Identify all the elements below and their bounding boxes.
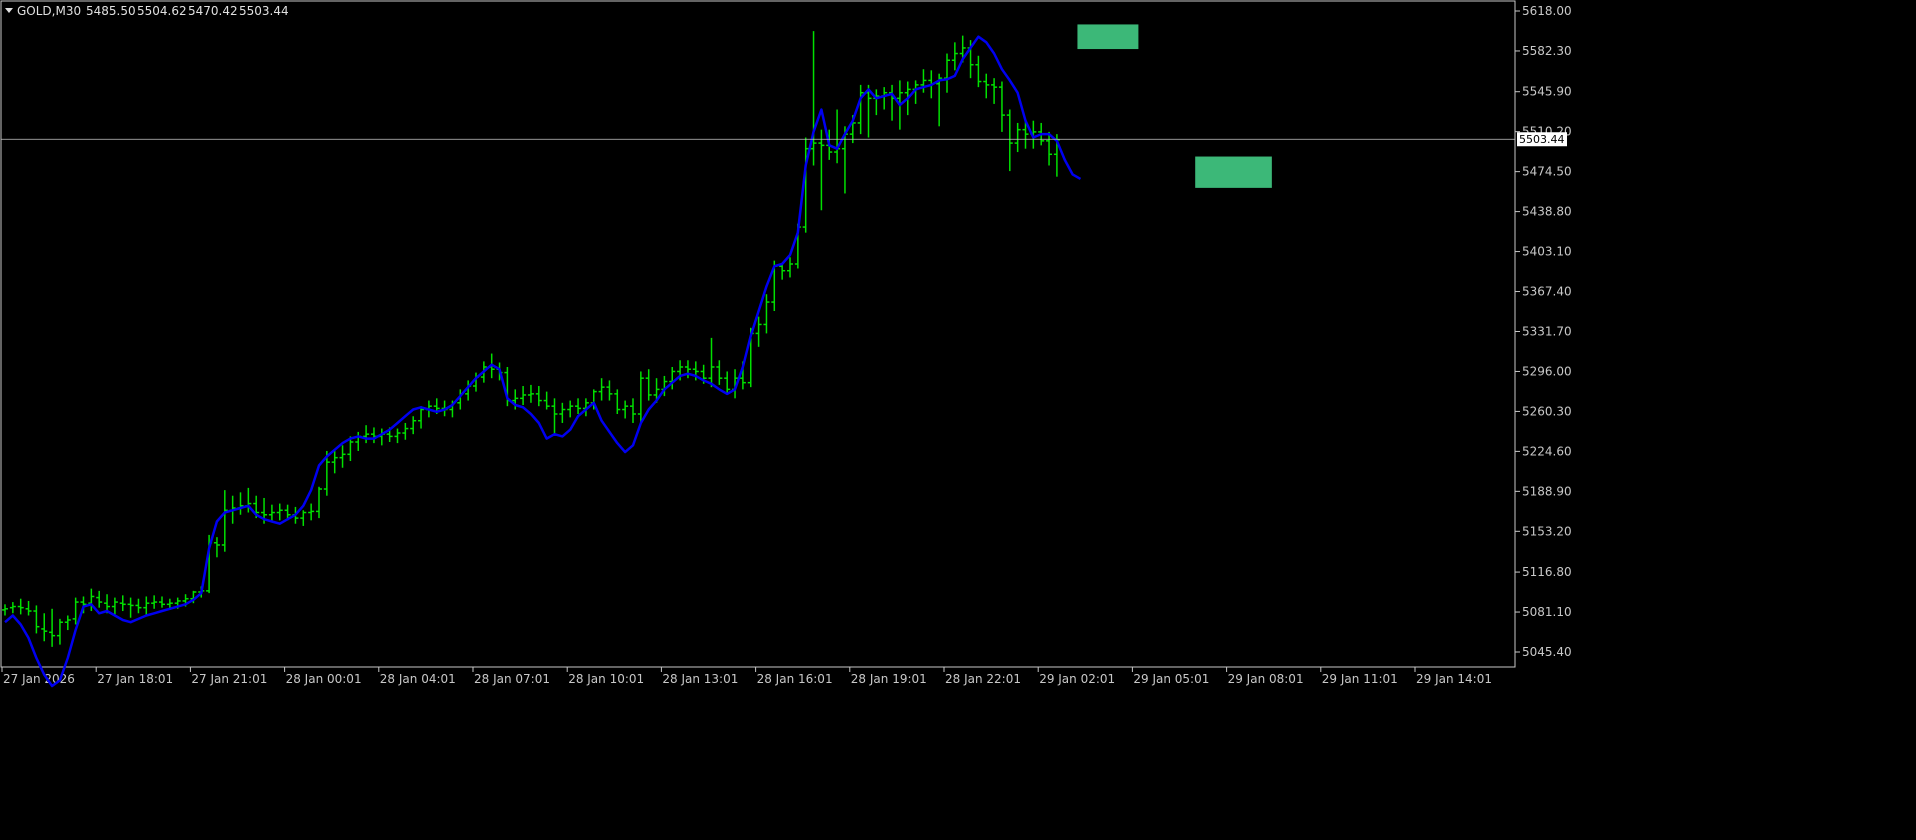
x-tick-label: 29 Jan 05:01 <box>1133 672 1209 686</box>
chart-background <box>0 0 1916 840</box>
y-tick-label: 5224.60 <box>1522 444 1572 458</box>
x-tick-label: 28 Jan 16:01 <box>757 672 833 686</box>
y-tick-label: 5081.10 <box>1522 605 1572 619</box>
x-tick-label: 28 Jan 07:01 <box>474 672 550 686</box>
y-tick-label: 5545.90 <box>1522 85 1572 99</box>
quote-high: 5504.62 <box>137 4 187 18</box>
price-chart[interactable]: 5618.005582.305545.905510.205474.505438.… <box>0 0 1916 840</box>
y-tick-label: 5260.30 <box>1522 404 1572 418</box>
y-tick-label: 5116.80 <box>1522 565 1572 579</box>
y-tick-label: 5367.40 <box>1522 285 1572 299</box>
x-tick-label: 27 Jan 18:01 <box>97 672 173 686</box>
quote-low: 5470.42 <box>188 4 238 18</box>
symbol-label: GOLD,M30 <box>17 4 81 18</box>
highlight-box-bottom <box>1195 156 1272 188</box>
x-tick-label: 27 Jan 21:01 <box>191 672 267 686</box>
x-tick-label: 29 Jan 08:01 <box>1228 672 1304 686</box>
y-tick-label: 5296.00 <box>1522 364 1572 378</box>
current-price-label: 5503.44 <box>1519 133 1565 146</box>
y-tick-label: 5188.90 <box>1522 484 1572 498</box>
x-tick-label: 29 Jan 14:01 <box>1416 672 1492 686</box>
x-tick-label: 28 Jan 19:01 <box>851 672 927 686</box>
chart-header[interactable]: GOLD,M30 5485.50 5504.62 5470.42 5503.44 <box>5 4 289 18</box>
y-tick-label: 5474.50 <box>1522 165 1572 179</box>
x-tick-label: 29 Jan 11:01 <box>1322 672 1398 686</box>
y-tick-label: 5582.30 <box>1522 44 1572 58</box>
y-tick-label: 5331.70 <box>1522 325 1572 339</box>
quote-close: 5503.44 <box>239 4 289 18</box>
x-tick-label: 28 Jan 00:01 <box>286 672 362 686</box>
quote-open: 5485.50 <box>86 4 136 18</box>
highlight-box-top <box>1077 24 1139 50</box>
y-tick-label: 5403.10 <box>1522 245 1572 259</box>
x-tick-label: 28 Jan 22:01 <box>945 672 1021 686</box>
x-tick-label: 28 Jan 10:01 <box>568 672 644 686</box>
x-tick-label: 27 Jan 2026 <box>3 672 75 686</box>
x-tick-label: 28 Jan 13:01 <box>662 672 738 686</box>
y-tick-label: 5438.80 <box>1522 205 1572 219</box>
y-tick-label: 5618.00 <box>1522 4 1572 18</box>
x-tick-label: 29 Jan 02:01 <box>1039 672 1115 686</box>
y-tick-label: 5045.40 <box>1522 645 1572 659</box>
y-tick-label: 5153.20 <box>1522 524 1572 538</box>
x-tick-label: 28 Jan 04:01 <box>380 672 456 686</box>
